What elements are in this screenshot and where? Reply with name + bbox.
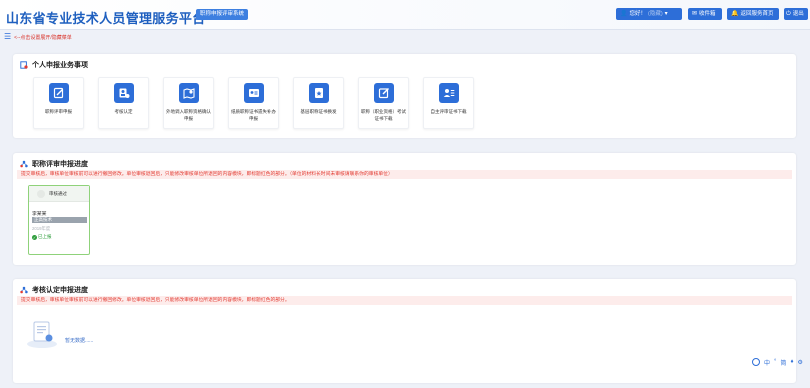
inbox-button[interactable]: ✉ 收件箱 <box>688 8 722 20</box>
empty-document-icon <box>27 321 57 348</box>
card-status: ✓ 已上报 <box>32 234 52 240</box>
logout-label: 退出 <box>792 11 804 17</box>
service-tile-self-review-cert[interactable]: 自主评审证书下载 <box>423 77 474 129</box>
user-greeting: 您好！ <box>629 11 646 17</box>
toolbar-logo-icon[interactable] <box>752 358 760 366</box>
toolbar-punct[interactable]: ° <box>774 359 776 365</box>
service-tile-transfer[interactable]: 外地调入职称资格确认申报 <box>163 77 214 129</box>
assessment-progress-title: 考核认定申报进度 <box>20 285 88 295</box>
id-card-icon <box>244 83 264 103</box>
service-label: 考核认定 <box>114 109 133 114</box>
toolbar-skin[interactable]: ♦ <box>790 359 793 365</box>
menu-toggle-hint[interactable]: ☰ <--点击设置展开/隐藏菜单 <box>4 33 72 41</box>
service-tile-exam-cert[interactable]: 职称（职业资格）考试证书下载 <box>358 77 409 129</box>
bell-icon: 🔔 <box>731 11 739 17</box>
org-chart-icon <box>20 286 28 294</box>
mail-icon: ✉ <box>692 11 698 17</box>
user-name: (隐藏) <box>648 11 663 17</box>
services-title: 个人申报业务事项 <box>20 60 88 70</box>
title-progress-title-text: 职称评审申报进度 <box>32 161 88 168</box>
service-label: 外地调入职称资格确认申报 <box>166 109 211 121</box>
menu-icon[interactable]: ☰ <box>4 33 11 41</box>
back-home-button[interactable]: 🔔 返回服务首页 <box>727 8 779 20</box>
status-dot-icon <box>37 190 45 198</box>
org-chart-icon <box>20 160 28 168</box>
clipboard-icon <box>20 61 28 69</box>
services-panel: 个人申报业务事项 职称评审申报 考核认定 外地调入职称资格确认申报 纸质职称证书… <box>13 54 796 138</box>
title-progress-panel: 职称评审申报进度 提交审核后，审核单位审核前可以进行撤回修改。单位审核退回后，只… <box>13 153 796 265</box>
system-badge[interactable]: 职称申报评审系统 <box>196 9 249 20</box>
assessment-progress-panel: 考核认定申报进度 提交审核后，审核单位审核前可以进行撤回修改。单位审核退回后，只… <box>13 279 796 383</box>
title-progress-notice: 提交审核后，审核单位审核前可以进行撤回修改。单位审核退回后，只能修改审核单位所退… <box>17 170 792 179</box>
toolbar-settings[interactable]: ⚙ <box>798 359 803 366</box>
toolbar-simplified[interactable]: 简 <box>780 358 786 367</box>
service-tile-assessment[interactable]: 考核认定 <box>98 77 149 129</box>
card-state: 审核通过 <box>49 191 67 196</box>
power-icon: ⏻ <box>786 11 791 17</box>
certificate-icon <box>309 83 329 103</box>
card-status-text: 已上报 <box>38 234 52 239</box>
user-list-icon <box>439 83 459 103</box>
user-menu-button[interactable]: 👤 您好！ (隐藏) ▾ <box>616 8 682 20</box>
write-icon <box>374 83 394 103</box>
service-label: 职称（职业资格）考试证书下载 <box>361 109 406 121</box>
title-level: 正高技术 <box>32 217 87 223</box>
empty-state-text: 暂无数据...... <box>65 337 94 344</box>
assessment-progress-title-text: 考核认定申报进度 <box>32 287 88 294</box>
service-tile-reissue[interactable]: 纸质职称证书遗失补办申报 <box>228 77 279 129</box>
title-progress-title: 职称评审申报进度 <box>20 159 88 169</box>
platform-title: 山东省专业技术人员管理服务平台 <box>6 12 206 27</box>
progress-card[interactable]: 审核通过 李某某 正高技术 2019年度 ✓ 已上报 <box>28 185 90 255</box>
empty-state: 暂无数据...... <box>25 319 93 349</box>
edit-icon <box>49 83 69 103</box>
service-label: 纸质职称证书遗失补办申报 <box>231 109 276 121</box>
card-year: 2019年度 <box>32 226 51 231</box>
menu-toggle-text: <--点击设置展开/隐藏菜单 <box>14 34 72 41</box>
map-icon <box>179 83 199 103</box>
service-label: 自主评审证书下载 <box>430 109 467 114</box>
assessment-progress-notice: 提交审核后，审核单位审核前可以进行撤回修改。单位审核退回后，只能修改审核单位所退… <box>17 296 792 305</box>
header-bar: 山东省专业技术人员管理服务平台 职称申报评审系统 👤 您好！ (隐藏) ▾ ✉ … <box>0 0 810 30</box>
service-label: 基层职称证书换发 <box>300 109 337 114</box>
card-header: 审核通过 <box>29 186 89 202</box>
services-title-text: 个人申报业务事项 <box>32 62 88 69</box>
check-icon: ✓ <box>32 234 37 240</box>
input-toolbar[interactable]: 中 ° 简 ♦ ⚙ <box>752 356 810 368</box>
service-label: 职称评审申报 <box>45 109 72 114</box>
inbox-label: 收件箱 <box>699 11 716 17</box>
applicant-name: 李某某 <box>32 212 47 217</box>
logout-button[interactable]: ⏻ 退出 <box>784 8 808 20</box>
service-tile-title-review[interactable]: 职称评审申报 <box>33 77 84 129</box>
toolbar-lang[interactable]: 中 <box>764 358 770 367</box>
back-home-label: 返回服务首页 <box>740 11 774 17</box>
chevron-down-icon: ▾ <box>664 11 668 17</box>
user-icon: 👤 <box>620 11 628 17</box>
user-doc-icon <box>114 83 134 103</box>
service-tile-grassroots[interactable]: 基层职称证书换发 <box>293 77 344 129</box>
